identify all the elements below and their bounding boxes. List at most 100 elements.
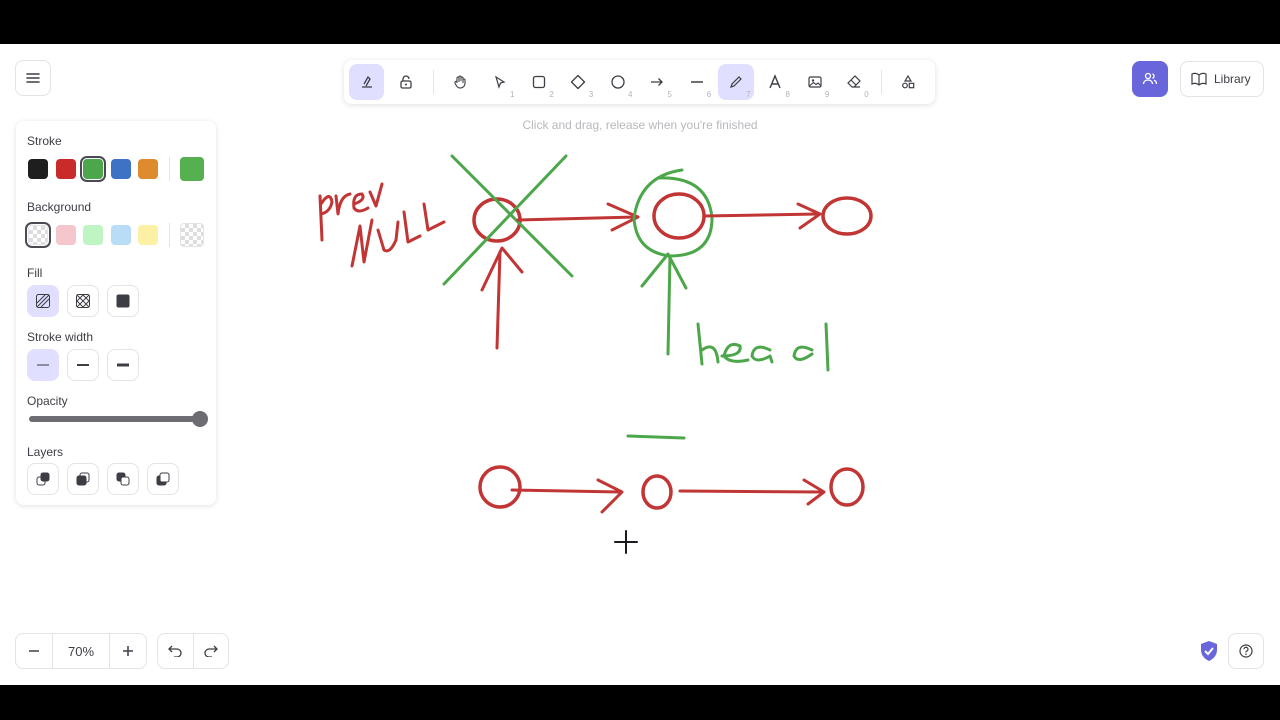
line-icon <box>690 81 703 83</box>
toolbar-divider <box>432 70 434 94</box>
background-color-blue[interactable] <box>111 225 131 245</box>
stroke-color-red[interactable] <box>56 159 76 179</box>
tool-keep-active[interactable] <box>349 64 385 100</box>
book-icon <box>1191 72 1207 86</box>
separator-stroke <box>626 434 686 440</box>
zoom-out-button[interactable] <box>16 634 52 668</box>
tool-hand[interactable] <box>443 64 478 100</box>
plus-icon <box>123 646 133 656</box>
tool-image[interactable]: 9 <box>797 64 832 100</box>
fill-cross-hatch-button[interactable] <box>67 285 99 317</box>
arrow-icon <box>651 78 664 86</box>
opacity-slider-track[interactable] <box>29 416 201 422</box>
lock-open-icon <box>400 75 412 89</box>
hachure-icon <box>36 294 50 308</box>
head-arrow-head <box>640 252 688 290</box>
main-menu-button[interactable] <box>15 60 51 96</box>
stroke-color-green[interactable] <box>80 156 106 182</box>
panel-divider <box>169 157 170 181</box>
redo-button[interactable] <box>192 634 229 668</box>
keep-tool-icon <box>361 75 372 88</box>
stroke-label: Stroke <box>27 134 62 148</box>
bold-line-icon <box>77 364 89 366</box>
question-icon <box>1239 644 1253 658</box>
extra-bold-line-icon <box>117 363 129 367</box>
layers-label: Layers <box>27 445 64 459</box>
help-button[interactable] <box>1228 633 1264 669</box>
zoom-in-button[interactable] <box>110 634 146 668</box>
thin-line-icon <box>37 364 49 366</box>
background-color-transparent[interactable] <box>25 222 51 248</box>
undo-icon <box>168 645 182 657</box>
bring-to-front-button[interactable] <box>147 463 179 495</box>
tool-lock[interactable] <box>388 64 423 100</box>
tool-eraser[interactable]: 0 <box>836 64 871 100</box>
eraser-icon <box>847 75 861 88</box>
properties-panel: Stroke Background Fill Stroke width Opac… <box>16 121 216 505</box>
letterbox-bottom <box>0 685 1280 720</box>
prev-arrow-head <box>480 246 524 292</box>
solid-fill-icon <box>116 294 130 308</box>
history-controls <box>157 633 229 669</box>
send-to-back-icon <box>36 472 50 486</box>
background-color-pink[interactable] <box>56 225 76 245</box>
zoom-level[interactable]: 70% <box>52 634 110 668</box>
tool-arrow[interactable]: 5 <box>640 64 675 100</box>
tool-draw[interactable]: 7 <box>718 64 754 100</box>
send-to-back-button[interactable] <box>27 463 59 495</box>
collaborate-button[interactable] <box>1132 61 1168 97</box>
bring-forward-icon <box>116 472 130 486</box>
fill-solid-button[interactable] <box>107 285 139 317</box>
node-1 <box>472 197 522 243</box>
drawing-canvas[interactable]: 1 2 3 4 5 6 7 8 9 0 Click and drag, rele… <box>0 44 1280 685</box>
stroke-color-current[interactable] <box>180 157 204 181</box>
tool-diamond[interactable]: 3 <box>561 64 596 100</box>
send-backward-button[interactable] <box>67 463 99 495</box>
tool-rectangle[interactable]: 2 <box>521 64 556 100</box>
background-color-current[interactable] <box>180 223 204 247</box>
tool-line[interactable]: 6 <box>679 64 714 100</box>
redo-icon <box>204 645 218 657</box>
undo-button[interactable] <box>158 634 193 668</box>
tool-ellipse[interactable]: 4 <box>600 64 635 100</box>
toolbar-divider <box>880 70 882 94</box>
stroke-width-thin-button[interactable] <box>27 349 59 381</box>
image-icon <box>808 76 822 88</box>
background-label: Background <box>27 200 92 214</box>
pointer-icon <box>494 75 506 89</box>
stroke-width-extra-bold-button[interactable] <box>107 349 139 381</box>
users-icon <box>1142 72 1158 85</box>
panel-divider <box>169 223 170 247</box>
bring-forward-button[interactable] <box>107 463 139 495</box>
fill-hachure-button[interactable] <box>27 285 59 317</box>
hamburger-icon <box>26 73 40 83</box>
stroke-width-bold-button[interactable] <box>67 349 99 381</box>
bottom-node-1 <box>478 465 522 509</box>
fill-label: Fill <box>27 266 43 280</box>
send-backward-icon <box>76 472 90 486</box>
diamond-icon <box>571 74 586 90</box>
stroke-width-label: Stroke width <box>27 330 94 344</box>
stroke-color-blue[interactable] <box>111 159 131 179</box>
handwriting-head <box>696 322 830 372</box>
pencil-icon <box>729 76 742 88</box>
tool-selection[interactable]: 1 <box>482 64 517 100</box>
bring-to-front-icon <box>156 472 170 486</box>
node-2 <box>652 192 706 240</box>
stroke-color-orange[interactable] <box>138 159 158 179</box>
library-label: Library <box>1214 72 1251 86</box>
rectangle-icon <box>532 75 546 89</box>
stroke-color-black[interactable] <box>28 159 48 179</box>
zoom-controls: 70% <box>15 633 147 669</box>
head-circle <box>632 168 714 258</box>
background-color-green[interactable] <box>83 225 103 245</box>
head-arrow-shaft <box>666 254 672 356</box>
tool-extra[interactable] <box>891 64 926 100</box>
library-button[interactable]: Library <box>1180 61 1264 97</box>
shield-check-icon[interactable] <box>1199 640 1219 662</box>
tool-text[interactable]: 8 <box>758 64 793 100</box>
node-3 <box>821 196 873 236</box>
ellipse-icon <box>611 75 625 89</box>
opacity-slider-thumb[interactable] <box>192 411 208 427</box>
background-color-yellow[interactable] <box>138 225 158 245</box>
